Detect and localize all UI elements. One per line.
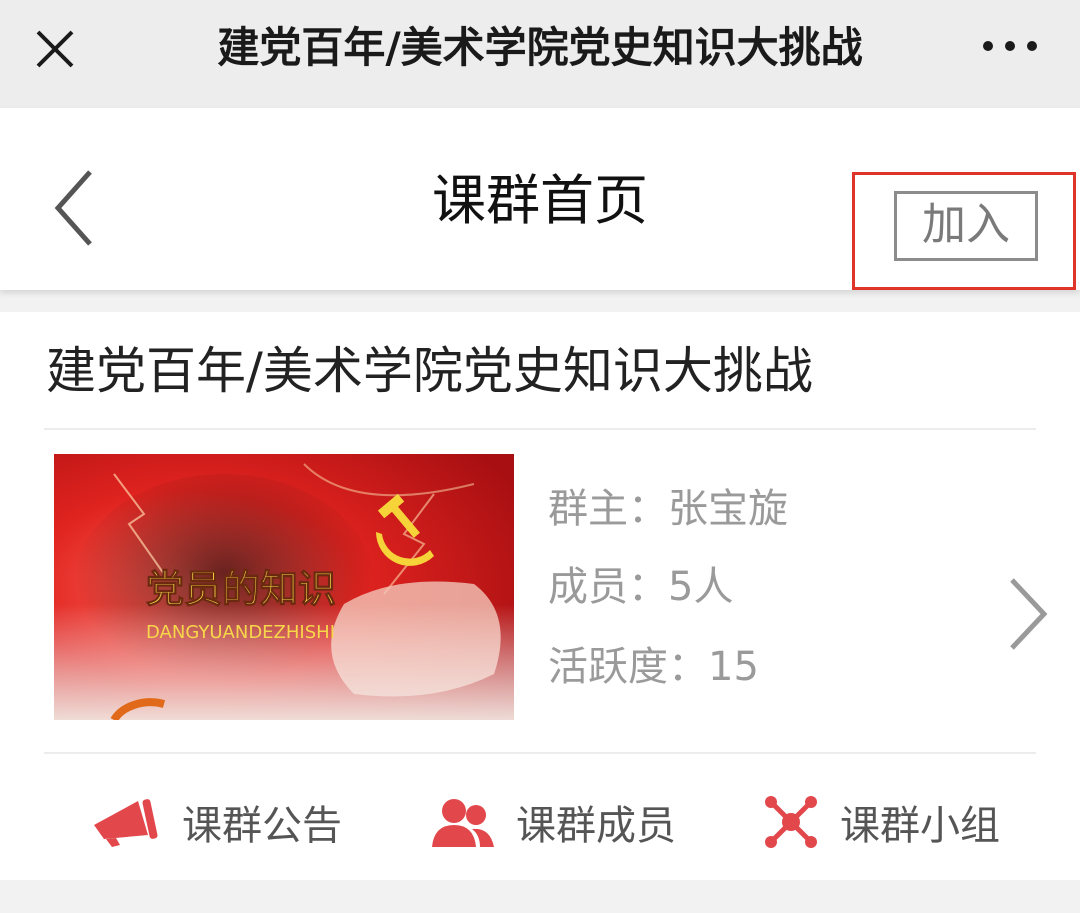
group-cover-image[interactable]: 党员的知识 DANGYUANDEZHISHI (54, 454, 514, 720)
group-card: 建党百年/美术学院党史知识大挑战 党员的知识 DANGYUANDEZHISHI … (0, 312, 1080, 880)
members-button[interactable]: 课群成员 (432, 782, 676, 862)
cover-title: 党员的知识 (146, 567, 336, 611)
join-button[interactable]: 加入 (894, 191, 1038, 261)
divider (44, 752, 1036, 754)
group-name: 建党百年/美术学院党史知识大挑战 (46, 342, 813, 400)
network-icon (765, 796, 817, 848)
group-members-count: 成员：5人 (548, 564, 734, 610)
close-icon[interactable] (30, 24, 80, 74)
members-label: 课群成员 (516, 803, 676, 849)
top-bar: 建党百年/美术学院党史知识大挑战 (0, 0, 1080, 108)
members-icon (432, 799, 494, 847)
subgroup-button[interactable]: 课群小组 (764, 782, 1000, 862)
divider (44, 428, 1036, 430)
group-activity: 活跃度：15 (548, 644, 759, 690)
window-title: 建党百年/美术学院党史知识大挑战 (217, 23, 863, 72)
subgroup-label: 课群小组 (840, 803, 1000, 849)
megaphone-icon (94, 799, 158, 847)
group-actions: 课群公告 课群成员 课群小组 (0, 772, 1080, 872)
announcement-label: 课群公告 (182, 803, 342, 849)
chevron-left-icon[interactable] (46, 168, 106, 248)
group-owner: 群主：张宝旋 (548, 486, 788, 532)
more-dots-icon[interactable] (980, 36, 1040, 56)
chevron-right-icon[interactable] (1000, 574, 1056, 654)
announcement-button[interactable]: 课群公告 (90, 782, 342, 862)
cover-subtitle: DANGYUANDEZHISHI (146, 622, 335, 643)
nav-bar: 课群首页 加入 (0, 108, 1080, 290)
